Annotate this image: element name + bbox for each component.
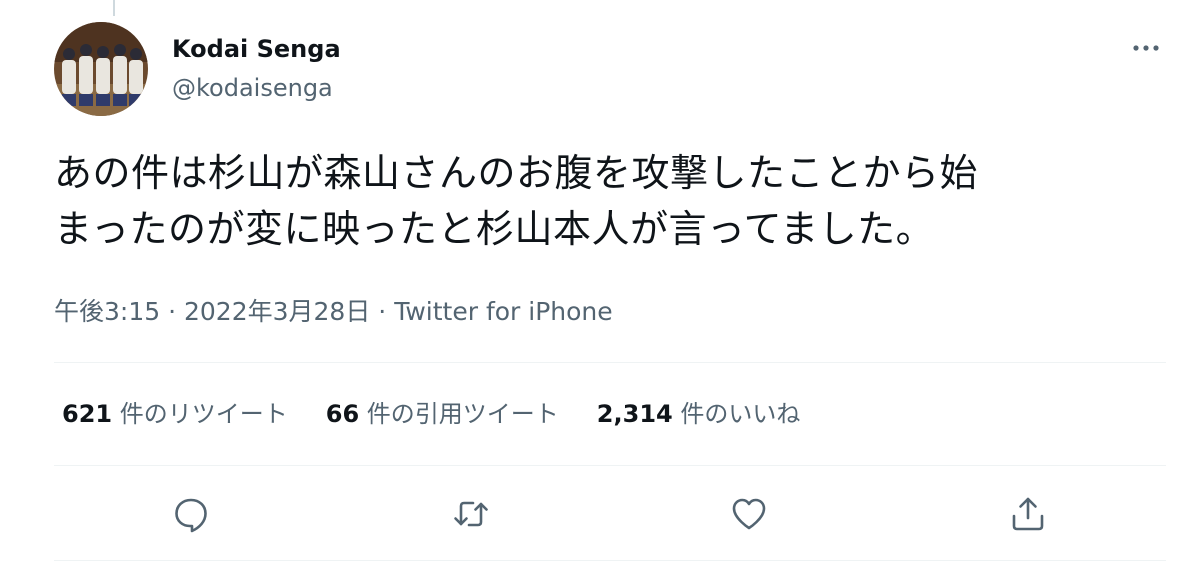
retweets-count: 621 <box>62 400 113 428</box>
quotes-stat[interactable]: 66 件の引用ツイート <box>326 396 559 432</box>
thread-connector-line <box>113 0 115 16</box>
tweet-date[interactable]: 2022年3月28日 <box>184 297 370 326</box>
reply-button[interactable] <box>171 494 211 534</box>
reply-icon <box>175 498 207 533</box>
more-options-button[interactable] <box>1128 30 1164 66</box>
author-handle[interactable]: @kodaisenga <box>172 72 333 104</box>
tweet-text-line-2: まったのが変に映ったと杉山本人が言ってました。 <box>54 207 935 251</box>
tweet-source[interactable]: Twitter for iPhone <box>394 297 612 326</box>
meta-separator-2: · <box>378 297 387 326</box>
divider-bottom <box>54 560 1166 561</box>
tweet-stats: 621 件のリツイート 66 件の引用ツイート 2,314 件のいいね <box>62 396 800 432</box>
quotes-label: 件の引用ツイート <box>366 400 559 428</box>
author-name[interactable]: Kodai Senga <box>172 33 341 65</box>
divider-middle <box>54 465 1166 466</box>
share-button[interactable] <box>1008 494 1048 534</box>
avatar-photo <box>54 22 148 116</box>
avatar[interactable] <box>54 22 148 116</box>
quotes-count: 66 <box>325 400 360 428</box>
retweets-stat[interactable]: 621 件のリツイート <box>62 396 288 432</box>
like-button[interactable] <box>729 494 769 534</box>
retweet-button[interactable] <box>451 494 491 534</box>
likes-count: 2,314 <box>596 400 673 428</box>
more-icon <box>1133 45 1159 51</box>
retweet-icon <box>454 501 488 527</box>
meta-separator-1: · <box>168 297 177 326</box>
likes-label: 件のいいね <box>680 400 801 428</box>
tweet-time[interactable]: 午後3:15 <box>54 297 160 326</box>
share-icon <box>1012 497 1044 531</box>
likes-stat[interactable]: 2,314 件のいいね <box>597 396 801 432</box>
tweet-text-line-1: あの件は杉山が森山さんのお腹を攻撃したことから始 <box>54 151 979 195</box>
retweets-label: 件のリツイート <box>119 400 288 428</box>
tweet-text: あの件は杉山が森山さんのお腹を攻撃したことから始 まったのが変に映ったと杉山本人… <box>54 145 1154 257</box>
tweet-meta: 午後3:15 · 2022年3月28日 · Twitter for iPhone <box>54 294 613 330</box>
like-icon <box>732 498 766 530</box>
divider-top <box>54 362 1166 363</box>
